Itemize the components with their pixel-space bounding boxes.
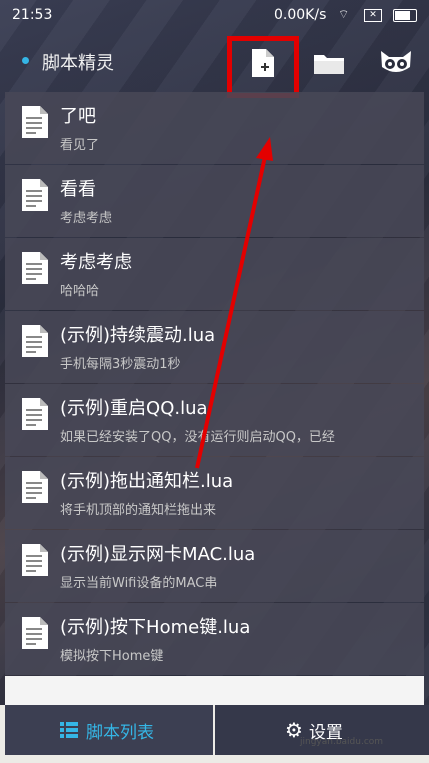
- tab-script-list-label: 脚本列表: [86, 722, 154, 743]
- tab-script-list[interactable]: 脚本列表: [5, 705, 213, 755]
- watermark: jingyan.baidu.com: [300, 737, 384, 747]
- annotation-arrow: [195, 137, 273, 469]
- tab-settings[interactable]: ⚙ 设置: [215, 705, 429, 755]
- list-icon: [60, 722, 78, 738]
